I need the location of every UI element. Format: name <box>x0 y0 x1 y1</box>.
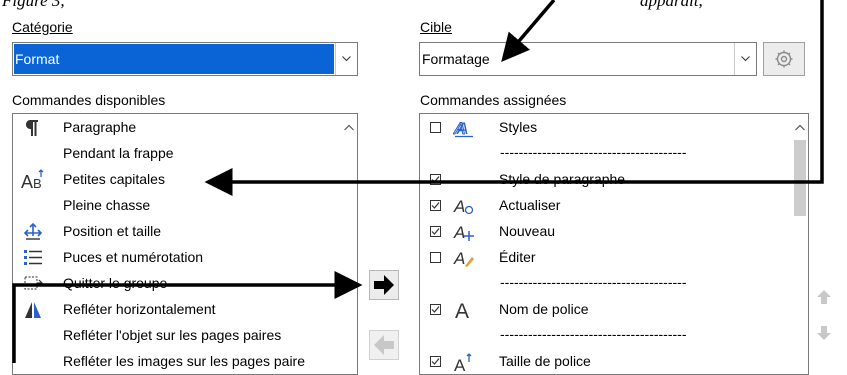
list-item[interactable]: A B Petites capitales <box>13 167 357 193</box>
svg-text:A: A <box>21 172 33 191</box>
list-item[interactable]: A A Styles <box>420 115 808 141</box>
svg-text:A: A <box>453 249 465 268</box>
flip-horizontal-icon <box>25 302 41 318</box>
small-caps-icon: A B <box>21 169 44 191</box>
assigned-commands-list[interactable]: A A Styles -----------------------------… <box>419 113 809 375</box>
list-item[interactable]: Position et taille <box>13 219 357 245</box>
separator-row: ---------------------------------------- <box>500 326 687 342</box>
list-item[interactable]: A Éditer <box>420 245 808 271</box>
list-item[interactable]: Puces et numérotation <box>13 245 357 271</box>
position-size-icon <box>23 222 43 240</box>
list-item[interactable]: Paragraphe <box>13 115 357 141</box>
list-item[interactable]: Refléter les images sur les pages paire <box>13 349 357 374</box>
list-item[interactable]: Quitter le groupe <box>13 271 357 297</box>
chevron-down-icon <box>741 56 750 62</box>
checkbox[interactable] <box>430 200 441 211</box>
scroll-up-icon <box>795 124 805 131</box>
checkbox[interactable] <box>430 226 441 237</box>
available-scrollbar[interactable] <box>341 114 357 374</box>
target-dropdown-button[interactable] <box>734 43 756 75</box>
caption-fragment-left: Figure 3, <box>2 0 65 10</box>
exit-group-icon <box>24 276 43 290</box>
svg-text:A: A <box>453 223 465 242</box>
scroll-up-icon <box>344 124 354 131</box>
gear-icon <box>775 50 793 68</box>
paragraph-icon <box>26 120 38 136</box>
category-dropdown[interactable]: Format <box>12 42 358 76</box>
svg-text:A: A <box>454 356 466 372</box>
arrow-up-icon <box>817 290 831 304</box>
svg-text:A: A <box>455 300 469 320</box>
svg-text:B: B <box>33 176 42 191</box>
checkbox[interactable] <box>430 304 441 315</box>
new-style-icon: A <box>453 223 474 242</box>
available-commands-list[interactable]: Paragraphe Pendant la frappe A B Petites… <box>12 113 358 375</box>
list-item[interactable]: Style de paragraphe <box>420 167 808 193</box>
list-item[interactable]: A Taille de police <box>420 349 808 374</box>
caption-strip: Figure 3, apparaît, <box>0 0 847 14</box>
list-item[interactable]: Pendant la frappe <box>13 141 357 167</box>
checkbox[interactable] <box>430 174 441 185</box>
category-label: Catégorie <box>12 19 73 35</box>
category-selected-value: Format <box>15 51 60 67</box>
edit-style-icon: A <box>453 249 474 268</box>
target-options-button[interactable] <box>763 42 805 76</box>
move-up-button[interactable] <box>815 288 833 306</box>
target-label: Cible <box>420 19 452 35</box>
assigned-label: Commandes assignées <box>420 92 567 108</box>
list-item[interactable]: A Nouveau <box>420 219 808 245</box>
list-item[interactable]: Refléter l'objet sur les pages paires <box>13 323 357 349</box>
arrow-right-icon <box>374 275 394 295</box>
chevron-down-icon <box>342 56 351 62</box>
add-command-button[interactable] <box>369 270 399 300</box>
checkbox[interactable] <box>430 252 441 263</box>
scrollbar-thumb[interactable] <box>794 140 806 216</box>
separator-row: ---------------------------------------- <box>500 274 687 290</box>
remove-command-button[interactable] <box>369 330 399 360</box>
arrow-left-icon <box>374 335 394 355</box>
caption-fragment-right: apparaît, <box>640 0 703 10</box>
bullets-numbering-icon <box>24 250 42 265</box>
target-label-text: Cible <box>420 19 452 35</box>
font-name-icon: A <box>455 300 469 320</box>
category-selected-highlight <box>14 44 334 74</box>
target-dropdown[interactable]: Formatage <box>419 42 757 76</box>
list-item[interactable]: Pleine chasse <box>13 193 357 219</box>
arrow-down-icon <box>817 326 831 340</box>
svg-text:A: A <box>456 119 468 138</box>
checkbox[interactable] <box>430 122 441 133</box>
available-label: Commandes disponibles <box>12 92 166 108</box>
svg-text:A: A <box>453 197 465 216</box>
target-selected-value: Formatage <box>422 51 490 67</box>
separator-row: ---------------------------------------- <box>500 144 687 160</box>
checkbox[interactable] <box>430 356 441 367</box>
list-item[interactable]: A Nom de police <box>420 297 808 323</box>
update-style-icon: A <box>453 197 474 216</box>
list-item[interactable]: A Actualiser <box>420 193 808 219</box>
list-item[interactable]: Refléter horizontalement <box>13 297 357 323</box>
move-down-button[interactable] <box>815 324 833 342</box>
font-size-icon: A <box>454 353 472 372</box>
category-dropdown-button[interactable] <box>335 43 357 75</box>
assigned-scrollbar[interactable] <box>792 114 808 374</box>
styles-icon: A A <box>453 119 473 138</box>
